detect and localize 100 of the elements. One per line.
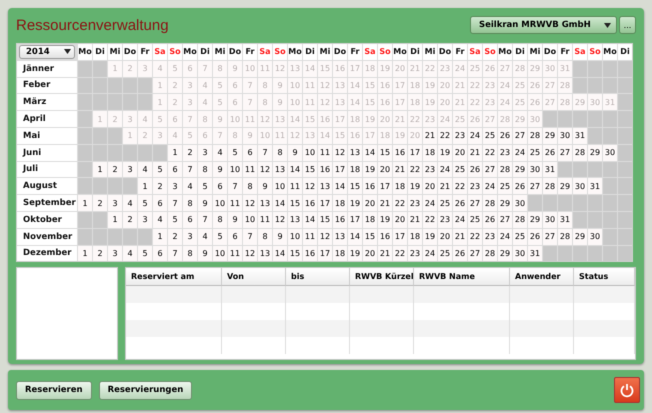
day-cell[interactable]: 15 — [318, 212, 332, 228]
day-cell[interactable]: 25 — [438, 246, 452, 262]
day-cell[interactable]: 21 — [408, 212, 422, 228]
day-cell[interactable]: 17 — [393, 228, 407, 245]
day-cell[interactable]: 3 — [138, 212, 152, 228]
day-cell[interactable]: 28 — [573, 144, 587, 161]
day-cell[interactable]: 25 — [438, 195, 452, 211]
day-cell[interactable]: 24 — [423, 246, 437, 262]
day-cell[interactable]: 13 — [318, 178, 332, 194]
day-cell[interactable]: 13 — [288, 212, 302, 228]
day-cell[interactable]: 4 — [138, 162, 152, 178]
day-cell[interactable]: 22 — [423, 212, 437, 228]
day-cell[interactable]: 27 — [513, 128, 527, 144]
day-cell[interactable]: 9 — [198, 246, 212, 262]
year-dropdown[interactable]: 2014 — [19, 45, 75, 59]
day-cell[interactable]: 1 — [108, 212, 122, 228]
day-cell[interactable]: 8 — [243, 178, 257, 194]
day-cell[interactable]: 18 — [393, 178, 407, 194]
day-cell[interactable]: 21 — [453, 228, 467, 245]
day-cell[interactable]: 20 — [438, 228, 452, 245]
day-cell[interactable]: 30 — [543, 212, 557, 228]
day-cell[interactable]: 25 — [528, 144, 542, 161]
day-cell[interactable]: 3 — [108, 195, 122, 211]
day-cell[interactable]: 24 — [498, 228, 512, 245]
day-cell[interactable]: 12 — [258, 162, 272, 178]
day-cell[interactable]: 19 — [378, 212, 392, 228]
day-cell[interactable]: 18 — [348, 162, 362, 178]
day-cell[interactable]: 12 — [243, 195, 257, 211]
day-cell[interactable]: 29 — [528, 212, 542, 228]
day-cell[interactable]: 22 — [468, 228, 482, 245]
day-cell[interactable]: 24 — [468, 128, 482, 144]
day-cell[interactable]: 12 — [273, 212, 287, 228]
day-cell[interactable]: 11 — [318, 144, 332, 161]
day-cell[interactable]: 28 — [543, 178, 557, 194]
day-cell[interactable]: 29 — [513, 162, 527, 178]
day-cell[interactable]: 11 — [258, 212, 272, 228]
day-cell[interactable]: 7 — [183, 162, 197, 178]
day-cell[interactable]: 26 — [543, 144, 557, 161]
day-cell[interactable]: 20 — [378, 162, 392, 178]
day-cell[interactable]: 15 — [378, 144, 392, 161]
day-cell[interactable]: 15 — [288, 195, 302, 211]
day-cell[interactable]: 13 — [348, 144, 362, 161]
day-cell[interactable]: 12 — [333, 144, 347, 161]
day-cell[interactable]: 18 — [408, 228, 422, 245]
day-cell[interactable]: 11 — [228, 246, 242, 262]
day-cell[interactable]: 2 — [183, 144, 197, 161]
day-cell[interactable]: 6 — [168, 162, 182, 178]
day-cell[interactable]: 24 — [513, 144, 527, 161]
day-cell[interactable]: 12 — [318, 228, 332, 245]
day-cell[interactable]: 10 — [213, 246, 227, 262]
day-cell[interactable]: 26 — [468, 162, 482, 178]
day-cell[interactable]: 31 — [558, 212, 572, 228]
day-cell[interactable]: 6 — [228, 228, 242, 245]
day-cell[interactable]: 23 — [408, 246, 422, 262]
day-cell[interactable]: 1 — [78, 195, 92, 211]
table-row[interactable] — [126, 286, 635, 304]
day-cell[interactable]: 10 — [303, 144, 317, 161]
day-cell[interactable]: 1 — [138, 178, 152, 194]
column-header[interactable]: RWVB Kürzel — [350, 268, 414, 286]
day-cell[interactable]: 11 — [228, 195, 242, 211]
day-cell[interactable]: 16 — [378, 228, 392, 245]
day-cell[interactable]: 18 — [333, 246, 347, 262]
day-cell[interactable]: 27 — [543, 228, 557, 245]
day-cell[interactable]: 27 — [468, 195, 482, 211]
day-cell[interactable]: 29 — [558, 178, 572, 194]
day-cell[interactable]: 18 — [333, 195, 347, 211]
day-cell[interactable]: 26 — [513, 178, 527, 194]
day-cell[interactable]: 4 — [198, 228, 212, 245]
day-cell[interactable]: 9 — [273, 228, 287, 245]
day-cell[interactable]: 30 — [603, 144, 617, 161]
day-cell[interactable]: 3 — [183, 228, 197, 245]
day-cell[interactable]: 1 — [168, 144, 182, 161]
day-cell[interactable]: 16 — [318, 162, 332, 178]
day-cell[interactable]: 2 — [108, 162, 122, 178]
more-button[interactable]: ... — [619, 16, 636, 34]
day-cell[interactable]: 13 — [258, 195, 272, 211]
day-cell[interactable]: 26 — [498, 128, 512, 144]
action-button[interactable]: Reservierungen — [98, 380, 192, 400]
day-cell[interactable]: 20 — [393, 212, 407, 228]
day-cell[interactable]: 25 — [513, 228, 527, 245]
day-cell[interactable]: 4 — [123, 246, 137, 262]
day-cell[interactable]: 5 — [213, 228, 227, 245]
day-cell[interactable]: 23 — [423, 162, 437, 178]
day-cell[interactable]: 10 — [213, 195, 227, 211]
day-cell[interactable]: 15 — [348, 178, 362, 194]
day-cell[interactable]: 6 — [153, 195, 167, 211]
power-button[interactable] — [614, 377, 640, 403]
day-cell[interactable]: 30 — [528, 162, 542, 178]
day-cell[interactable]: 11 — [243, 162, 257, 178]
day-cell[interactable]: 6 — [243, 144, 257, 161]
column-header[interactable]: Anwender — [510, 268, 574, 286]
column-header[interactable]: Status — [574, 268, 635, 286]
day-cell[interactable]: 31 — [573, 128, 587, 144]
day-cell[interactable]: 8 — [198, 162, 212, 178]
table-row[interactable] — [126, 303, 635, 320]
day-cell[interactable]: 24 — [438, 162, 452, 178]
day-cell[interactable]: 25 — [483, 128, 497, 144]
day-cell[interactable]: 26 — [483, 212, 497, 228]
day-cell[interactable]: 14 — [288, 162, 302, 178]
day-cell[interactable]: 25 — [453, 162, 467, 178]
